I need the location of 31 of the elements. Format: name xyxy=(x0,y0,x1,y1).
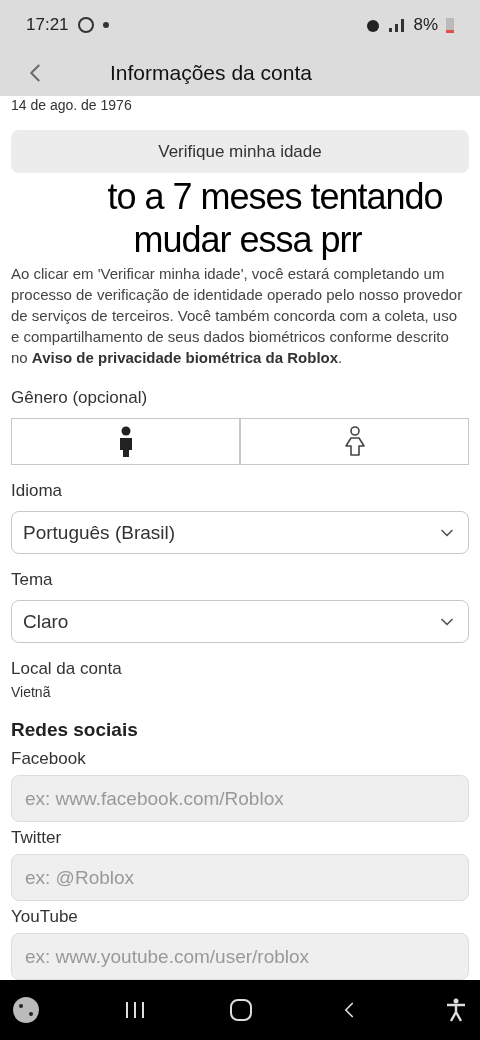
caption-overlay: to a 7 meses tentando xyxy=(107,175,443,218)
accessibility-icon[interactable] xyxy=(446,998,466,1022)
female-figure-icon xyxy=(343,425,366,458)
battery-percentage: 8% xyxy=(413,15,438,35)
clock: 17:21 xyxy=(26,15,69,35)
gender-label: Gênero (opcional) xyxy=(11,388,149,408)
language-label: Idioma xyxy=(11,481,64,501)
section-heading: Redes sociais xyxy=(11,719,139,741)
location-value: Vietnã xyxy=(11,683,52,701)
signal-icon xyxy=(389,18,406,32)
page-title: Informações da conta xyxy=(110,61,312,85)
field-label: Facebook xyxy=(11,749,87,769)
notification-dot-icon xyxy=(102,22,109,28)
field-label: YouTube xyxy=(11,907,79,927)
verification-notice: Ao clicar em 'Verificar minha idade', você estará completando um processo de verificação de identidade operado pelo nosso provedor de serviços de terceiros. Você também concorda com a coleta, uso e compartilhamento de seus dados biométricos conforme descrito no Aviso de privacidade biométrica da Roblox. xyxy=(11,264,464,368)
social-link-field[interactable]: ex: www.facebook.com/Roblox xyxy=(11,775,469,822)
gender-option[interactable] xyxy=(11,418,240,465)
location-label: Local da conta xyxy=(11,659,123,679)
game-launcher-icon[interactable] xyxy=(12,996,40,1024)
recent-apps-button[interactable] xyxy=(124,1001,146,1019)
social-link-field[interactable]: ex: @Roblox xyxy=(11,854,469,901)
field-label: Twitter xyxy=(11,828,63,848)
verify-age-button[interactable]: Verifique minha idade xyxy=(11,130,469,173)
birthdate-text: 14 de ago. de 1976 xyxy=(11,96,133,114)
battery-icon xyxy=(446,17,454,33)
home-button[interactable] xyxy=(230,999,252,1021)
theme-select[interactable]: Claro xyxy=(11,600,469,643)
theme-label: Tema xyxy=(11,570,54,590)
caption-overlay: mudar essa prr xyxy=(133,218,362,261)
social-link-field[interactable]: ex: www.youtube.com/user/roblox xyxy=(11,933,469,980)
language-select[interactable]: Português (Brasil) xyxy=(11,511,469,554)
